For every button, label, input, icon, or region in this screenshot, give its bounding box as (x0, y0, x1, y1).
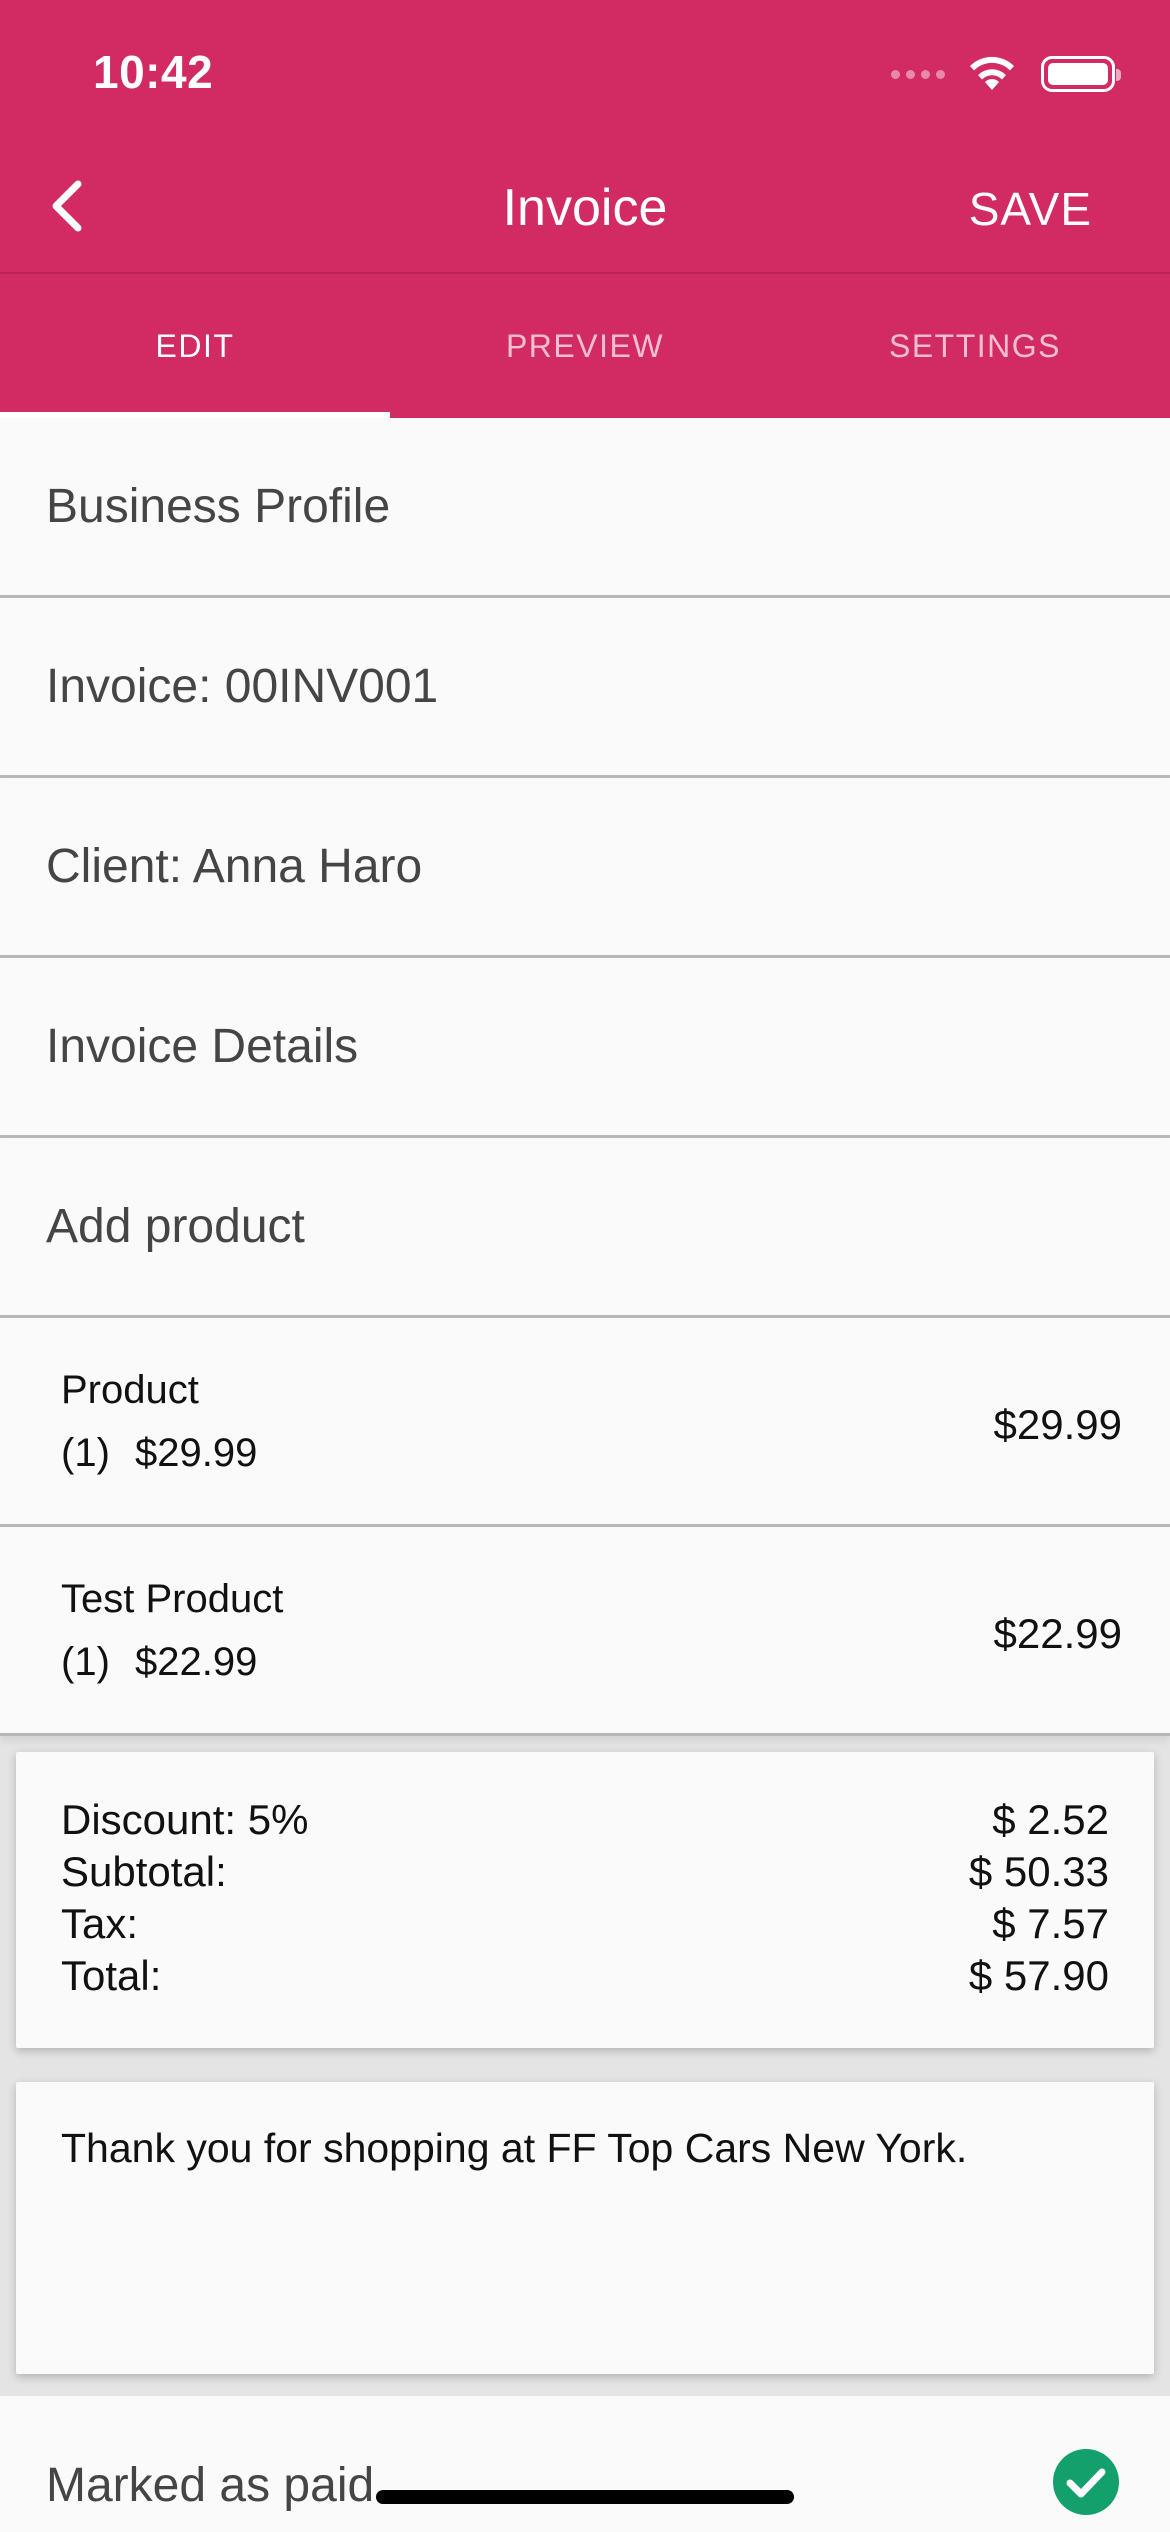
app-bar: 10:42 Invoice SAVE EDIT PREVIEW SETTINGS (0, 0, 1170, 418)
invoice-details-label: Invoice Details (46, 1020, 359, 1073)
total-value: $ 57.90 (968, 1952, 1109, 1999)
discount-value: $ 2.52 (992, 1796, 1109, 1843)
total-line: Total: $ 57.90 (61, 1952, 1109, 2004)
client-label: Client: Anna Haro (46, 840, 423, 893)
tab-settings[interactable]: SETTINGS (780, 274, 1170, 418)
invoice-note: Thank you for shopping at FF Top Cars Ne… (61, 2125, 968, 2171)
client-row[interactable]: Client: Anna Haro (0, 778, 1170, 958)
tax-line: Tax: $ 7.57 (61, 1900, 1109, 1952)
status-time: 10:42 (93, 46, 214, 98)
product-qty-price: (1) $22.99 (61, 1640, 257, 1685)
subtotal-value: $ 50.33 (968, 1848, 1109, 1895)
subtotal-label: Subtotal: (61, 1848, 227, 1895)
check-circle-icon[interactable] (1052, 2448, 1120, 2516)
product-name: Product (61, 1368, 199, 1412)
subtotal-line: Subtotal: $ 50.33 (61, 1848, 1109, 1900)
status-icons (891, 52, 1121, 96)
add-product-label: Add product (46, 1200, 305, 1253)
save-button[interactable]: SAVE (969, 182, 1092, 236)
wifi-icon (970, 56, 1014, 90)
product-qty: (1) (61, 1431, 110, 1475)
note-card[interactable]: Thank you for shopping at FF Top Cars Ne… (16, 2082, 1154, 2374)
product-unit-price: $22.99 (135, 1640, 258, 1684)
tab-edit[interactable]: EDIT (0, 274, 390, 418)
tab-preview[interactable]: PREVIEW (390, 274, 780, 418)
discount-label: Discount: 5% (61, 1796, 309, 1843)
tax-label: Tax: (61, 1900, 139, 1947)
signal-icon (891, 69, 945, 79)
business-profile-row[interactable]: Business Profile (0, 418, 1170, 598)
tab-bar: EDIT PREVIEW SETTINGS (0, 274, 1170, 418)
product-row[interactable]: Product (1) $29.99 $29.99 (0, 1318, 1170, 1527)
product-unit-price: $29.99 (135, 1431, 258, 1475)
product-total: $29.99 (993, 1401, 1122, 1448)
totals-card: Discount: 5% $ 2.52 Subtotal: $ 50.33 Ta… (16, 1752, 1154, 2048)
add-product-row[interactable]: Add product (0, 1138, 1170, 1318)
marked-as-paid-row[interactable]: Marked as paid (0, 2396, 1170, 2532)
invoice-number-row[interactable]: Invoice: 00INV001 (0, 598, 1170, 778)
discount-line: Discount: 5% $ 2.52 (61, 1796, 1109, 1848)
home-indicator[interactable] (376, 2490, 794, 2504)
product-row[interactable]: Test Product (1) $22.99 $22.99 (0, 1527, 1170, 1736)
total-label: Total: (61, 1952, 162, 1999)
tax-value: $ 7.57 (992, 1900, 1109, 1947)
product-qty: (1) (61, 1640, 110, 1684)
product-name: Test Product (61, 1577, 284, 1621)
battery-icon (1041, 56, 1121, 92)
business-profile-label: Business Profile (46, 480, 391, 533)
product-total: $22.99 (993, 1610, 1122, 1657)
product-qty-price: (1) $29.99 (61, 1431, 257, 1476)
marked-as-paid-label: Marked as paid (46, 2459, 375, 2512)
invoice-details-row[interactable]: Invoice Details (0, 958, 1170, 1138)
invoice-number-label: Invoice: 00INV001 (46, 660, 439, 713)
